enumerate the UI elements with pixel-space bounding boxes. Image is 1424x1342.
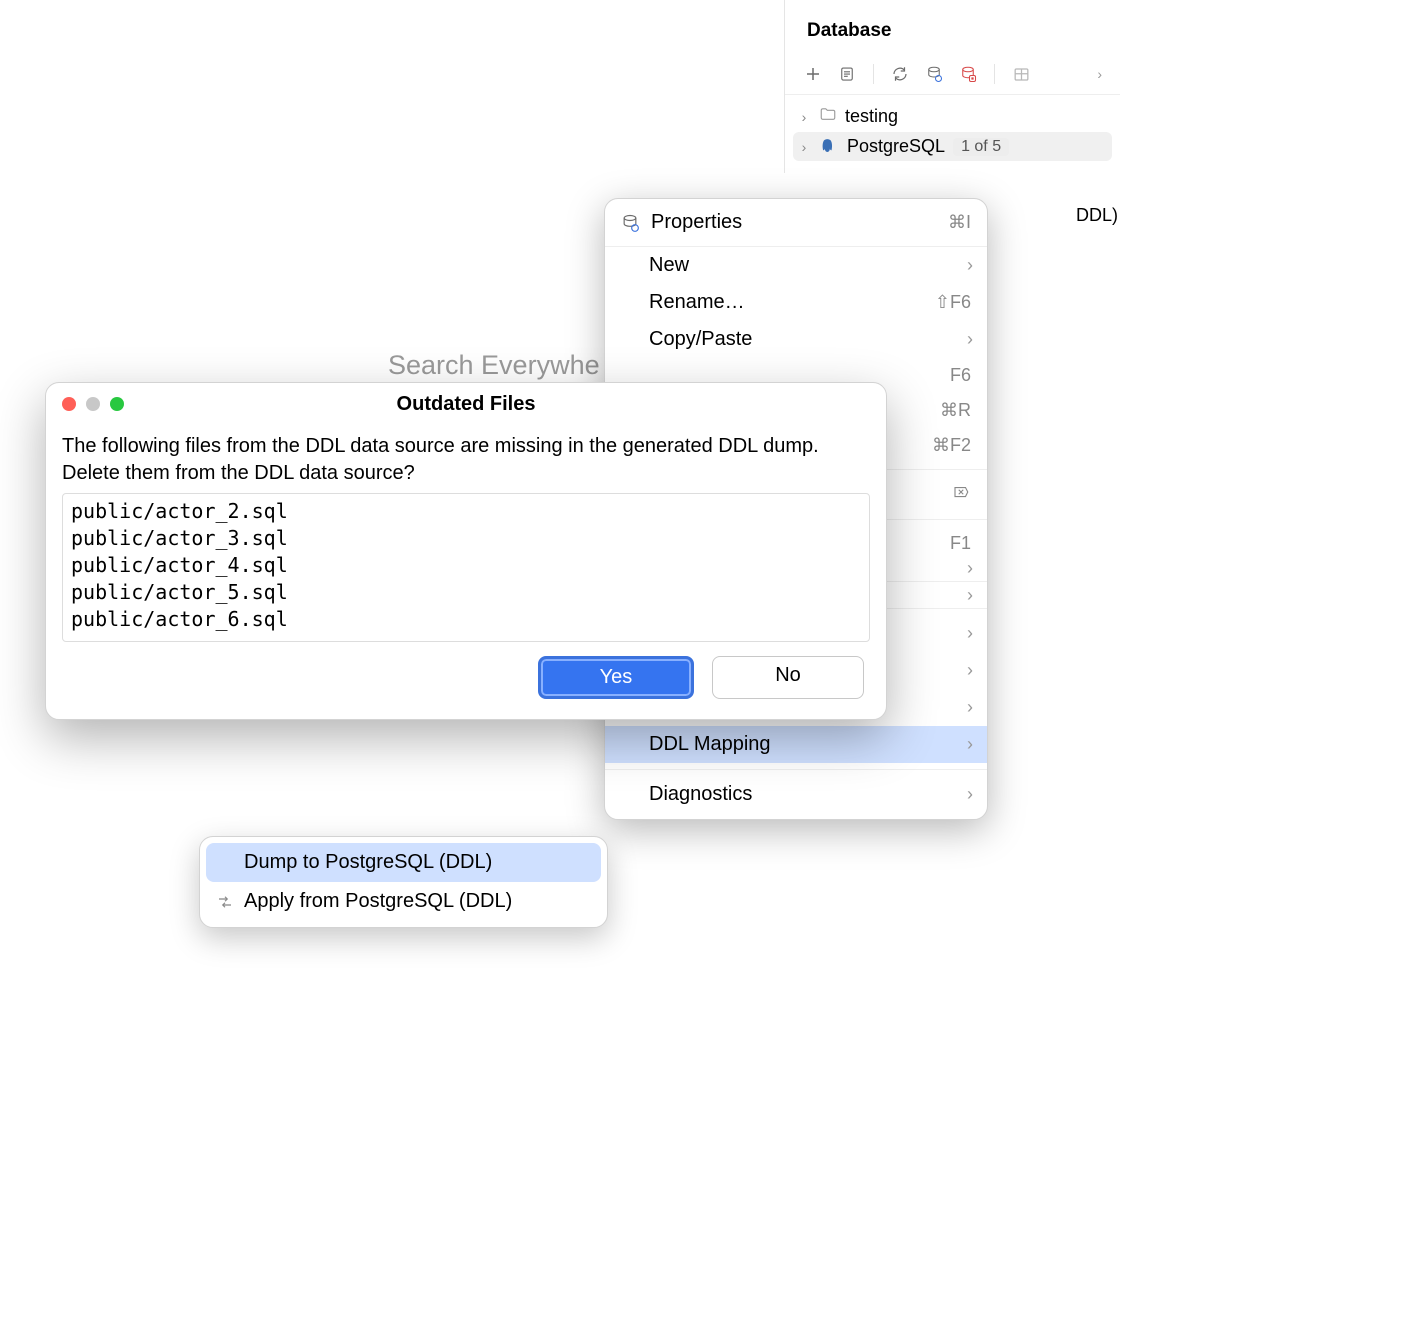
- table-icon[interactable]: [1011, 64, 1031, 84]
- yes-button[interactable]: Yes: [538, 656, 694, 699]
- window-zoom-icon[interactable]: [110, 397, 124, 411]
- ctx-rename[interactable]: Rename… ⇧F6: [605, 284, 987, 321]
- folder-icon: [819, 105, 837, 128]
- ctx-ddl-mapping[interactable]: DDL Mapping: [605, 726, 987, 763]
- chevron-right-icon: ›: [797, 139, 811, 155]
- ddl-mapping-submenu: · Dump to PostgreSQL (DDL) Apply from Po…: [199, 836, 608, 928]
- search-everywhere-hint: Search Everywhe: [388, 350, 600, 381]
- tree-item-postgresql[interactable]: › PostgreSQL 1 of 5: [793, 132, 1112, 161]
- toolbar-separator: [873, 64, 874, 84]
- toolbar-separator: [994, 64, 995, 84]
- tree-item-label: testing: [845, 106, 898, 127]
- ctx-diagnostics[interactable]: Diagnostics: [605, 776, 987, 813]
- close-tag-icon: [951, 483, 971, 506]
- dialog-message: The following files from the DDL data so…: [62, 433, 870, 487]
- ctx-item-label: Copy/Paste: [649, 328, 752, 351]
- ctx-shortcut: F6: [950, 365, 971, 386]
- ctx-new[interactable]: New: [605, 247, 987, 284]
- dialog-file-list: public/actor_2.sql public/actor_3.sql pu…: [62, 493, 870, 642]
- file-entry: public/actor_3.sql: [71, 525, 861, 552]
- window-close-icon[interactable]: [62, 397, 76, 411]
- file-entry: public/actor_2.sql: [71, 498, 861, 525]
- ctx-item-label: New: [649, 254, 689, 277]
- database-panel: Database ›: [784, 0, 1120, 173]
- stop-query-icon[interactable]: [958, 64, 978, 84]
- menu-separator: [605, 769, 987, 770]
- window-minimize-icon[interactable]: [86, 397, 100, 411]
- sub-item-label: Dump to PostgreSQL (DDL): [244, 851, 492, 874]
- sub-apply-from-postgres[interactable]: Apply from PostgreSQL (DDL): [206, 882, 601, 921]
- truncated-label: DDL): [1076, 205, 1118, 226]
- no-button[interactable]: No: [712, 656, 864, 699]
- dialog-titlebar: Outdated Files: [46, 383, 886, 423]
- ctx-shortcut: ⇧F6: [935, 292, 971, 313]
- postgres-icon: [819, 137, 839, 157]
- refresh-icon[interactable]: [890, 64, 910, 84]
- script-icon[interactable]: [837, 64, 857, 84]
- db-settings-icon: [619, 212, 641, 234]
- database-panel-title: Database: [785, 0, 1120, 56]
- sub-dump-to-postgres[interactable]: · Dump to PostgreSQL (DDL): [206, 843, 601, 882]
- ctx-item-label: Properties: [651, 211, 938, 234]
- add-icon[interactable]: [803, 64, 823, 84]
- file-entry: public/actor_5.sql: [71, 579, 861, 606]
- ctx-shortcut: ⌘I: [948, 212, 971, 233]
- ctx-item-label: Rename…: [649, 291, 745, 314]
- tree-item-testing[interactable]: › testing: [793, 101, 1112, 132]
- file-entry: public/actor_6.sql: [71, 606, 861, 633]
- ctx-shortcut: F1: [950, 533, 971, 554]
- apply-arrow-icon: [214, 891, 236, 913]
- chevron-right-icon: ›: [797, 109, 811, 125]
- ctx-properties[interactable]: Properties ⌘I: [605, 199, 987, 247]
- panel-options-icon[interactable]: ›: [1097, 66, 1102, 82]
- file-entry: public/actor_4.sql: [71, 552, 861, 579]
- ctx-item-label: DDL Mapping: [649, 733, 771, 756]
- outdated-files-dialog: Outdated Files The following files from …: [45, 382, 887, 720]
- ctx-shortcut: ⌘R: [940, 400, 971, 421]
- ctx-shortcut: ⌘F2: [932, 435, 971, 456]
- database-toolbar: ›: [785, 56, 1120, 95]
- tree-item-badge: 1 of 5: [953, 138, 1009, 156]
- ctx-copy-paste[interactable]: Copy/Paste: [605, 321, 987, 358]
- sub-item-label: Apply from PostgreSQL (DDL): [244, 890, 512, 913]
- db-settings-icon[interactable]: [924, 64, 944, 84]
- tree-item-label: PostgreSQL: [847, 136, 945, 157]
- ctx-item-label: Diagnostics: [649, 783, 752, 806]
- dialog-title: Outdated Files: [46, 383, 886, 416]
- database-tree: › testing › PostgreSQL 1 of 5: [785, 95, 1120, 173]
